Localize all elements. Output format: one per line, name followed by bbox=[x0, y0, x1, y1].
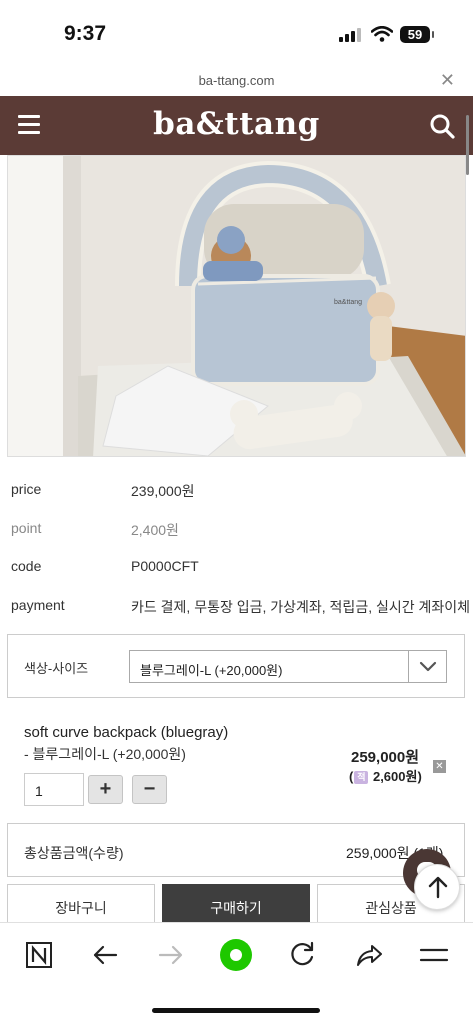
quantity-input[interactable]: 1 bbox=[24, 773, 84, 806]
cart-button[interactable]: 장바구니 bbox=[7, 884, 155, 924]
search-icon[interactable] bbox=[429, 113, 455, 139]
option-label: 색상-사이즈 bbox=[24, 661, 89, 676]
selected-item-point: (적 2,600원) bbox=[349, 766, 422, 785]
selected-item-option: - 블루그레이-L (+20,000원) bbox=[24, 746, 186, 762]
info-value: 239,000원 bbox=[131, 483, 195, 499]
total-box: 총상품금액(수량) 259,000원 (1개) bbox=[7, 823, 465, 877]
product-photo-illustration: ba&ttang bbox=[8, 156, 465, 456]
total-label: 총상품금액(수량) bbox=[24, 845, 124, 861]
share-icon[interactable] bbox=[350, 937, 386, 973]
arrow-up-icon bbox=[428, 876, 448, 899]
info-row-point: point 2,400원 bbox=[0, 510, 473, 548]
svg-text:ba&ttang: ba&ttang bbox=[334, 299, 362, 306]
site-logo[interactable]: ba&ttang bbox=[0, 106, 473, 142]
buy-button[interactable]: 구매하기 bbox=[162, 884, 310, 924]
menu-icon[interactable] bbox=[416, 937, 452, 973]
forward-arrow-icon[interactable] bbox=[153, 937, 189, 973]
option-selected-value: 블루그레이-L (+20,000원) bbox=[140, 663, 283, 678]
scroll-top-button[interactable] bbox=[414, 864, 460, 910]
quantity-plus-button[interactable]: + bbox=[88, 775, 123, 804]
select-button[interactable] bbox=[408, 651, 446, 682]
cellular-signal-icon bbox=[339, 28, 363, 42]
page-scrollbar[interactable] bbox=[466, 115, 469, 175]
refresh-icon[interactable] bbox=[284, 937, 320, 973]
back-arrow-icon[interactable] bbox=[87, 937, 123, 973]
info-label: point bbox=[11, 520, 42, 536]
info-label: price bbox=[11, 481, 42, 497]
info-value: 카드 결제, 무통장 입금, 가상계좌, 적립금, 실시간 계좌이체 bbox=[131, 599, 471, 615]
point-badge-icon: 적 bbox=[354, 771, 369, 784]
info-row-price: price 239,000원 bbox=[0, 471, 473, 509]
browser-url-bar[interactable]: ba-ttang.com ✕ bbox=[0, 64, 473, 96]
url-text: ba-ttang.com bbox=[198, 73, 275, 88]
battery-icon: 59 bbox=[400, 26, 434, 43]
info-value: P0000CFT bbox=[131, 558, 199, 574]
green-home-icon[interactable] bbox=[218, 937, 254, 973]
point-paren: ( bbox=[349, 769, 354, 784]
chevron-down-icon bbox=[419, 661, 437, 672]
point-value: 2,600원) bbox=[372, 769, 422, 784]
info-value: 2,400원 bbox=[131, 522, 179, 538]
selected-item-name: soft curve backpack (bluegray) bbox=[24, 724, 229, 741]
option-select[interactable]: 블루그레이-L (+20,000원) bbox=[129, 650, 447, 683]
info-label: payment bbox=[11, 597, 65, 613]
site-header: ba&ttang bbox=[0, 96, 473, 155]
product-image[interactable]: ba&ttang bbox=[7, 155, 466, 457]
remove-item-button[interactable]: ✕ bbox=[433, 760, 446, 773]
quantity-minus-button[interactable]: − bbox=[132, 775, 167, 804]
status-bar: 9:37 59 bbox=[0, 0, 473, 64]
option-box: 색상-사이즈 블루그레이-L (+20,000원) bbox=[7, 634, 465, 698]
info-row-code: code P0000CFT bbox=[0, 548, 473, 586]
wifi-icon bbox=[371, 26, 393, 42]
info-row-payment: payment 카드 결제, 무통장 입금, 가상계좌, 적립금, 실시간 계좌… bbox=[0, 587, 473, 625]
info-label: code bbox=[11, 558, 42, 574]
close-icon[interactable]: ✕ bbox=[440, 70, 455, 91]
home-indicator bbox=[152, 1008, 320, 1013]
selected-item-price: 259,000원 bbox=[351, 749, 420, 766]
status-time: 9:37 bbox=[64, 22, 107, 45]
naver-n-icon[interactable] bbox=[21, 937, 57, 973]
